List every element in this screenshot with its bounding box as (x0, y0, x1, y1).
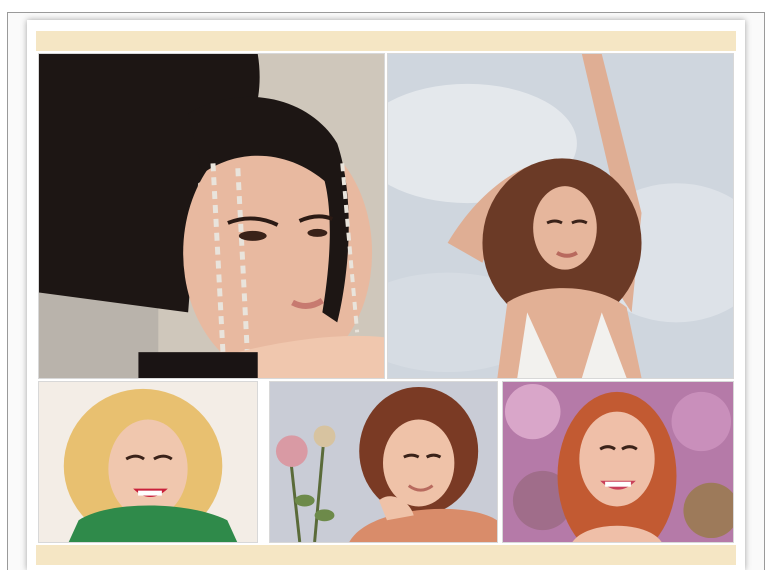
photo-gallery-card (27, 20, 745, 570)
gallery-photo-1[interactable] (38, 53, 385, 379)
gallery-photo-2[interactable] (387, 53, 734, 379)
gallery-bottom-band (36, 545, 736, 565)
portrait-photo-icon (270, 382, 497, 542)
gallery-photo-3[interactable] (38, 381, 258, 543)
portrait-photo-icon (503, 382, 733, 542)
portrait-photo-icon (39, 54, 384, 378)
gallery-photo-4[interactable] (269, 381, 498, 543)
gallery-photo-5[interactable] (502, 381, 734, 543)
portrait-photo-icon (39, 382, 257, 542)
gallery-top-band (36, 31, 736, 51)
portrait-photo-icon (388, 54, 733, 378)
